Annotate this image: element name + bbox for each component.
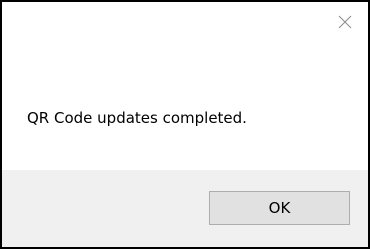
close-icon	[338, 15, 352, 29]
close-button[interactable]	[322, 2, 368, 42]
dialog-footer: OK	[2, 170, 368, 247]
message-dialog: QR Code updates completed. OK	[0, 0, 370, 249]
ok-button[interactable]: OK	[209, 191, 350, 225]
dialog-message: QR Code updates completed.	[27, 109, 247, 127]
